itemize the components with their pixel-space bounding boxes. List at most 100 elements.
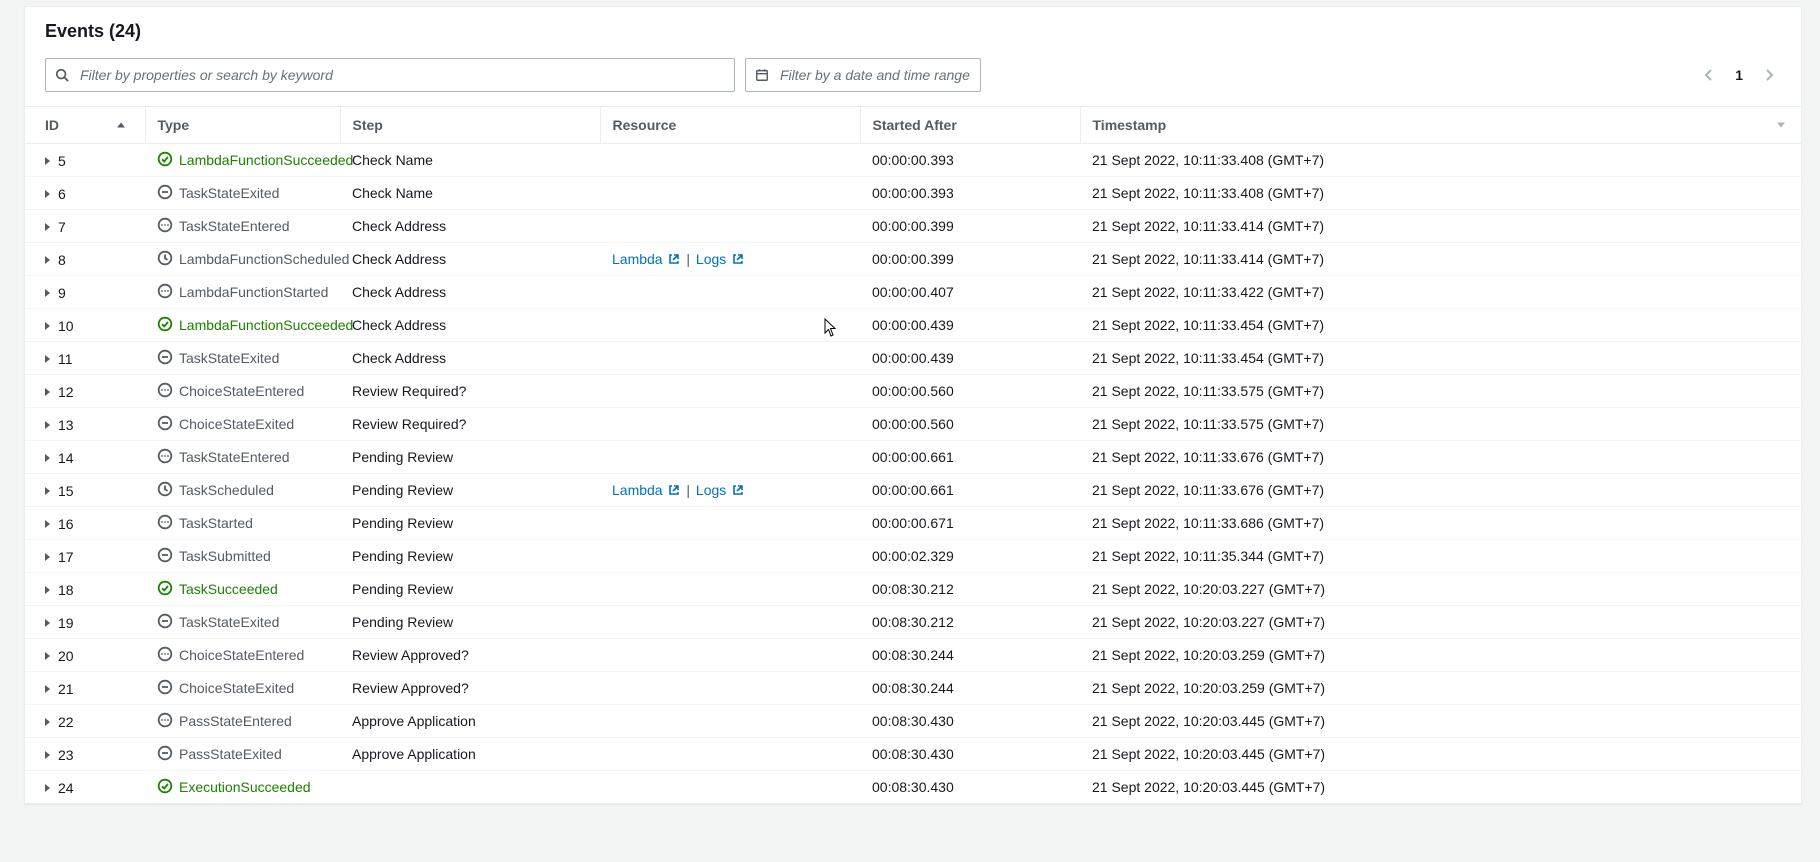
- row-id: 12: [58, 384, 74, 400]
- expand-row-icon[interactable]: [45, 685, 50, 693]
- row-timestamp: 21 Sept 2022, 10:20:03.227 (GMT+7): [1080, 606, 1801, 639]
- row-started-after: 00:08:30.244: [860, 639, 1080, 672]
- row-started-after: 00:08:30.212: [860, 573, 1080, 606]
- status-minus-icon: [157, 745, 173, 764]
- col-header-started-after[interactable]: Started After: [860, 107, 1080, 144]
- expand-row-icon[interactable]: [45, 322, 50, 330]
- row-type: ChoiceStateExited: [179, 680, 294, 696]
- expand-row-icon[interactable]: [45, 421, 50, 429]
- status-clock-icon: [157, 481, 173, 500]
- table-row: 10LambdaFunctionSucceededCheck Address00…: [25, 309, 1801, 342]
- resource-lambda-link[interactable]: Lambda: [612, 482, 680, 498]
- row-type: TaskStateExited: [179, 185, 279, 201]
- resource-link-separator: |: [680, 251, 695, 267]
- date-range-input[interactable]: [745, 58, 981, 92]
- col-header-timestamp[interactable]: Timestamp: [1080, 107, 1801, 144]
- expand-row-icon[interactable]: [45, 652, 50, 660]
- expand-row-icon[interactable]: [45, 784, 50, 792]
- row-timestamp: 21 Sept 2022, 10:20:03.445 (GMT+7): [1080, 771, 1801, 804]
- row-started-after: 00:08:30.430: [860, 705, 1080, 738]
- row-type: ExecutionSucceeded: [179, 779, 311, 795]
- row-resource: [600, 144, 860, 177]
- table-row: 16TaskStartedPending Review00:00:00.6712…: [25, 507, 1801, 540]
- row-resource: [600, 375, 860, 408]
- expand-row-icon[interactable]: [45, 289, 50, 297]
- row-resource: [600, 771, 860, 804]
- row-resource: [600, 309, 860, 342]
- resource-logs-link[interactable]: Logs: [696, 251, 744, 267]
- row-type: PassStateExited: [179, 746, 282, 762]
- row-resource: [600, 573, 860, 606]
- row-step: Pending Review: [340, 540, 600, 573]
- pager-next-icon[interactable]: [1761, 67, 1777, 83]
- pager-prev-icon[interactable]: [1701, 67, 1717, 83]
- row-step: Approve Application: [340, 705, 600, 738]
- col-header-type[interactable]: Type: [145, 107, 340, 144]
- expand-row-icon[interactable]: [45, 157, 50, 165]
- row-timestamp: 21 Sept 2022, 10:11:33.422 (GMT+7): [1080, 276, 1801, 309]
- expand-row-icon[interactable]: [45, 223, 50, 231]
- row-step: Check Address: [340, 309, 600, 342]
- expand-row-icon[interactable]: [45, 355, 50, 363]
- row-type: TaskSubmitted: [179, 548, 271, 564]
- row-type: TaskStateExited: [179, 350, 279, 366]
- row-resource: [600, 342, 860, 375]
- col-header-step[interactable]: Step: [340, 107, 600, 144]
- expand-row-icon[interactable]: [45, 520, 50, 528]
- expand-row-icon[interactable]: [45, 256, 50, 264]
- row-started-after: 00:08:30.430: [860, 738, 1080, 771]
- status-minus-icon: [157, 349, 173, 368]
- row-step: Pending Review: [340, 606, 600, 639]
- row-step: Check Address: [340, 243, 600, 276]
- status-dots-icon: [157, 646, 173, 665]
- expand-row-icon[interactable]: [45, 586, 50, 594]
- expand-row-icon[interactable]: [45, 619, 50, 627]
- row-resource: [600, 672, 860, 705]
- row-resource: [600, 705, 860, 738]
- panel-title: Events (24): [25, 7, 1801, 48]
- row-type: ChoiceStateExited: [179, 416, 294, 432]
- row-step: Check Address: [340, 210, 600, 243]
- row-id: 19: [58, 615, 74, 631]
- row-id: 11: [58, 351, 73, 367]
- expand-row-icon[interactable]: [45, 718, 50, 726]
- row-step: Check Address: [340, 342, 600, 375]
- row-timestamp: 21 Sept 2022, 10:20:03.259 (GMT+7): [1080, 639, 1801, 672]
- search-icon: [55, 68, 69, 82]
- expand-row-icon[interactable]: [45, 190, 50, 198]
- row-resource: [600, 276, 860, 309]
- expand-row-icon[interactable]: [45, 553, 50, 561]
- row-resource: [600, 177, 860, 210]
- search-input[interactable]: [45, 58, 735, 92]
- status-dots-icon: [157, 712, 173, 731]
- row-type: TaskStateEntered: [179, 449, 290, 465]
- resource-lambda-link[interactable]: Lambda: [612, 251, 680, 267]
- row-timestamp: 21 Sept 2022, 10:11:33.575 (GMT+7): [1080, 408, 1801, 441]
- row-resource: [600, 639, 860, 672]
- status-check-icon: [157, 151, 173, 170]
- row-timestamp: 21 Sept 2022, 10:20:03.227 (GMT+7): [1080, 573, 1801, 606]
- table-row: 7TaskStateEnteredCheck Address00:00:00.3…: [25, 210, 1801, 243]
- status-check-icon: [157, 580, 173, 599]
- table-row: 13ChoiceStateExitedReview Required?00:00…: [25, 408, 1801, 441]
- row-timestamp: 21 Sept 2022, 10:11:33.676 (GMT+7): [1080, 441, 1801, 474]
- resource-logs-link[interactable]: Logs: [696, 482, 744, 498]
- row-started-after: 00:08:30.212: [860, 606, 1080, 639]
- status-minus-icon: [157, 184, 173, 203]
- expand-row-icon[interactable]: [45, 487, 50, 495]
- col-header-resource[interactable]: Resource: [600, 107, 860, 144]
- row-timestamp: 21 Sept 2022, 10:20:03.445 (GMT+7): [1080, 738, 1801, 771]
- expand-row-icon[interactable]: [45, 454, 50, 462]
- expand-row-icon[interactable]: [45, 388, 50, 396]
- sort-asc-icon: [117, 123, 125, 128]
- row-started-after: 00:00:00.661: [860, 474, 1080, 507]
- row-type: TaskStateExited: [179, 614, 279, 630]
- row-type: TaskStateEntered: [179, 218, 290, 234]
- table-row: 20ChoiceStateEnteredReview Approved?00:0…: [25, 639, 1801, 672]
- table-row: 12ChoiceStateEnteredReview Required?00:0…: [25, 375, 1801, 408]
- status-dots-icon: [157, 514, 173, 533]
- row-timestamp: 21 Sept 2022, 10:11:33.408 (GMT+7): [1080, 144, 1801, 177]
- expand-row-icon[interactable]: [45, 751, 50, 759]
- table-row: 6TaskStateExitedCheck Name00:00:00.39321…: [25, 177, 1801, 210]
- col-header-id[interactable]: ID: [25, 107, 145, 144]
